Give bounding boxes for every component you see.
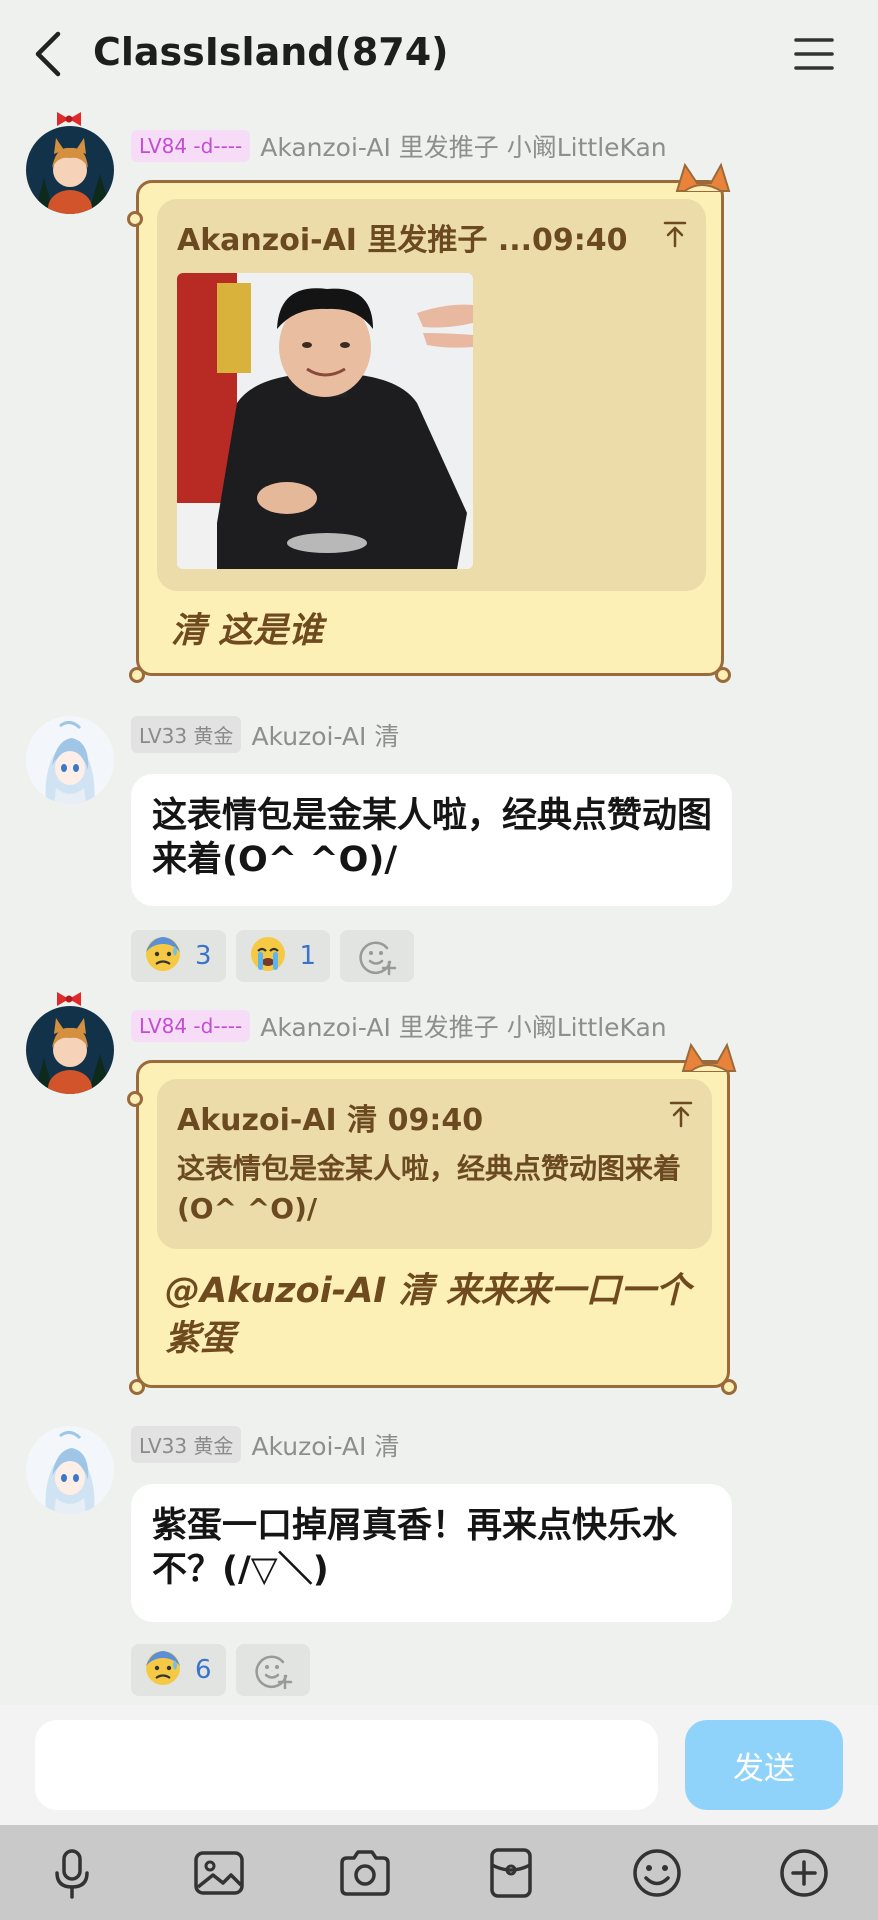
camera-icon[interactable] [337, 1845, 393, 1901]
quoted-message[interactable]: Akuzoi-AI 清 09:40 这表情包是金某人啦，经典点赞动图来着(O^ … [157, 1079, 712, 1249]
jump-to-original-icon[interactable] [660, 219, 690, 249]
bottom-toolbar [0, 1825, 878, 1920]
red-packet-icon[interactable] [483, 1845, 539, 1901]
reaction-chip[interactable]: 3 [131, 930, 226, 982]
avatar[interactable] [26, 126, 114, 214]
reaction-count: 3 [195, 941, 212, 971]
add-reaction-button[interactable] [340, 930, 415, 982]
sender-name[interactable]: Akuzoi-AI 清 [251, 717, 399, 753]
plus-icon[interactable] [776, 1845, 832, 1901]
reaction-bar: 3 1 [131, 930, 415, 982]
avatar-image [26, 1426, 114, 1514]
level-badge: LV84 -d---- [131, 130, 251, 162]
avatar[interactable] [26, 1426, 114, 1514]
mic-icon[interactable] [44, 1845, 100, 1901]
sender-name[interactable]: Akanzoi-AI 里发推子 小阚LittleKan [260, 1008, 666, 1044]
anxious-sweat-emoji-icon [143, 1648, 183, 1692]
cat-ears-icon [675, 162, 731, 192]
crying-emoji-icon [248, 934, 288, 978]
menu-icon[interactable] [793, 34, 835, 74]
reaction-chip[interactable]: 1 [235, 930, 331, 982]
avatar-image [26, 126, 114, 214]
message-bubble[interactable]: 这表情包是金某人啦，经典点赞动图来着(O^ ^O)/ [131, 774, 732, 906]
message-text: 清 这是谁 [171, 611, 324, 651]
chat-header: ClassIsland(874) [0, 0, 878, 110]
quote-header: Akuzoi-AI 清 09:40 [177, 1103, 484, 1138]
back-icon[interactable] [28, 28, 68, 80]
sender-meta: LV33 黄金 Akuzoi-AI 清 [131, 1426, 399, 1463]
anxious-sweat-emoji-icon [143, 934, 183, 978]
chat-title: ClassIsland(874) [93, 30, 449, 74]
quote-text: 这表情包是金某人啦，经典点赞动图来着(O^ ^O)/ [177, 1152, 682, 1225]
message-bubble[interactable]: Akuzoi-AI 清 09:40 这表情包是金某人啦，经典点赞动图来着(O^ … [127, 1042, 737, 1395]
sticker-image[interactable] [177, 273, 473, 569]
bubble-corner [127, 211, 143, 227]
sender-meta: LV33 黄金 Akuzoi-AI 清 [131, 716, 399, 753]
reaction-bar: 6 [131, 1644, 310, 1696]
sender-meta: LV84 -d---- Akanzoi-AI 里发推子 小阚LittleKan [131, 1008, 667, 1044]
level-badge: LV84 -d---- [131, 1010, 251, 1042]
message-text: 这表情包是金某人啦，经典点赞动图来着(O^ ^O)/ [152, 796, 713, 880]
message-bubble[interactable]: 紫蛋一口掉屑真香！再来点快乐水不？(/▽＼) [131, 1484, 732, 1622]
bubble-corner [715, 667, 731, 683]
message-text: 紫蛋一口掉屑真香！再来点快乐水不？(/▽＼) [152, 1506, 678, 1590]
add-emoji-icon [359, 941, 397, 976]
bubble-corner [127, 1091, 143, 1107]
emoji-icon[interactable] [629, 1845, 685, 1901]
avatar-image [26, 716, 114, 804]
quoted-message[interactable]: Akanzoi-AI 里发推子 ...09:40 [157, 199, 706, 591]
bubble-corner [129, 1379, 145, 1395]
level-badge: LV33 黄金 [131, 716, 242, 753]
sender-name[interactable]: Akuzoi-AI 清 [251, 1427, 399, 1463]
jump-to-original-icon[interactable] [666, 1099, 696, 1129]
bow-icon [57, 112, 81, 126]
reaction-count: 1 [299, 941, 317, 971]
image-icon[interactable] [191, 1845, 247, 1901]
level-badge: LV33 黄金 [131, 1426, 242, 1463]
input-bar: 发送 [0, 1705, 878, 1825]
avatar[interactable] [26, 716, 114, 804]
message-bubble[interactable]: Akanzoi-AI 里发推子 ...09:40 清 这是谁 [127, 162, 731, 683]
quote-header: Akanzoi-AI 里发推子 ...09:40 [177, 223, 628, 258]
add-emoji-icon [254, 1655, 292, 1690]
message-input[interactable] [35, 1720, 658, 1810]
sender-meta: LV84 -d---- Akanzoi-AI 里发推子 小阚LittleKan [131, 128, 667, 164]
add-reaction-button[interactable] [235, 1644, 310, 1696]
send-button[interactable]: 发送 [685, 1720, 843, 1810]
sender-name[interactable]: Akanzoi-AI 里发推子 小阚LittleKan [260, 128, 666, 164]
bubble-corner [129, 667, 145, 683]
bow-icon [57, 992, 81, 1006]
bubble-corner [721, 1379, 737, 1395]
cat-ears-icon [681, 1042, 737, 1072]
reaction-chip[interactable]: 6 [131, 1644, 226, 1696]
avatar[interactable] [26, 1006, 114, 1094]
message-text: @Akuzoi-AI 清 来来来一口一个紫蛋 [165, 1271, 691, 1359]
avatar-image [26, 1006, 114, 1094]
reaction-count: 6 [195, 1655, 212, 1685]
